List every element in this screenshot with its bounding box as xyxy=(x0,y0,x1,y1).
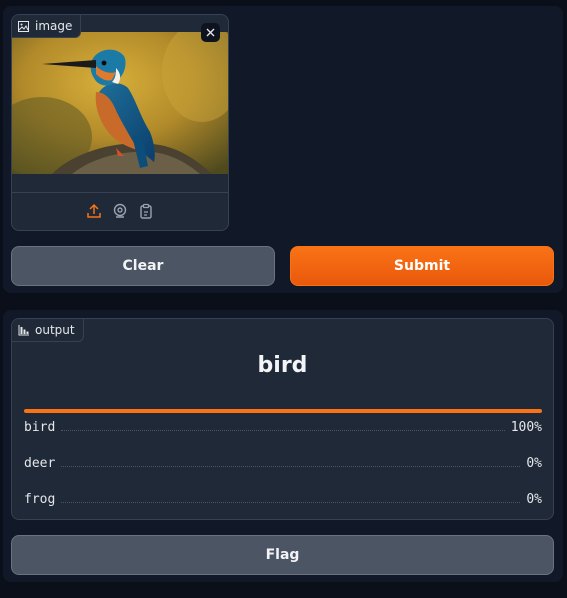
confidence-label: bird xyxy=(24,420,56,435)
confidence-label: deer xyxy=(24,456,56,471)
flag-button[interactable]: Flag xyxy=(11,535,554,575)
confidence-bar-track xyxy=(24,409,542,413)
confidence-bar-track xyxy=(24,481,542,485)
output-panel: output bird bird 100% deer 0% frog 0% Fl… xyxy=(3,310,563,582)
confidence-row-frog[interactable]: frog 0% xyxy=(24,481,542,517)
submit-button[interactable]: Submit xyxy=(290,246,554,286)
upload-icon[interactable] xyxy=(86,203,102,219)
output-label: output xyxy=(12,319,84,342)
confidence-bar-track xyxy=(24,445,542,449)
confidence-bar xyxy=(24,409,542,413)
image-source-selector xyxy=(12,203,228,219)
image-divider xyxy=(12,192,228,193)
predicted-label: bird xyxy=(257,353,308,378)
confidence-row-deer[interactable]: deer 0% xyxy=(24,445,542,481)
clear-button[interactable]: Clear xyxy=(11,246,275,286)
confidence-list: bird 100% deer 0% frog 0% xyxy=(24,409,542,517)
image-input[interactable]: image xyxy=(11,14,229,231)
confidence-label: frog xyxy=(24,492,56,507)
bar-chart-icon xyxy=(18,324,29,336)
dotted-leader xyxy=(61,430,505,431)
input-panel: image Clear Submit xyxy=(3,6,563,293)
label-output: output bird bird 100% deer 0% frog 0% xyxy=(11,318,554,520)
kingfisher-photo xyxy=(12,32,228,174)
confidence-value: 0% xyxy=(526,456,542,471)
image-label-text: image xyxy=(35,19,73,33)
image-input-label: image xyxy=(12,15,82,38)
webcam-icon[interactable] xyxy=(112,203,128,219)
close-icon[interactable] xyxy=(201,23,220,42)
confidence-value: 0% xyxy=(526,492,542,507)
output-label-text: output xyxy=(35,323,75,337)
dotted-leader xyxy=(61,466,521,467)
confidence-row-bird[interactable]: bird 100% xyxy=(24,409,542,445)
image-icon xyxy=(18,20,29,32)
dotted-leader xyxy=(61,502,521,503)
confidence-value: 100% xyxy=(510,420,542,435)
clipboard-icon[interactable] xyxy=(138,203,154,219)
